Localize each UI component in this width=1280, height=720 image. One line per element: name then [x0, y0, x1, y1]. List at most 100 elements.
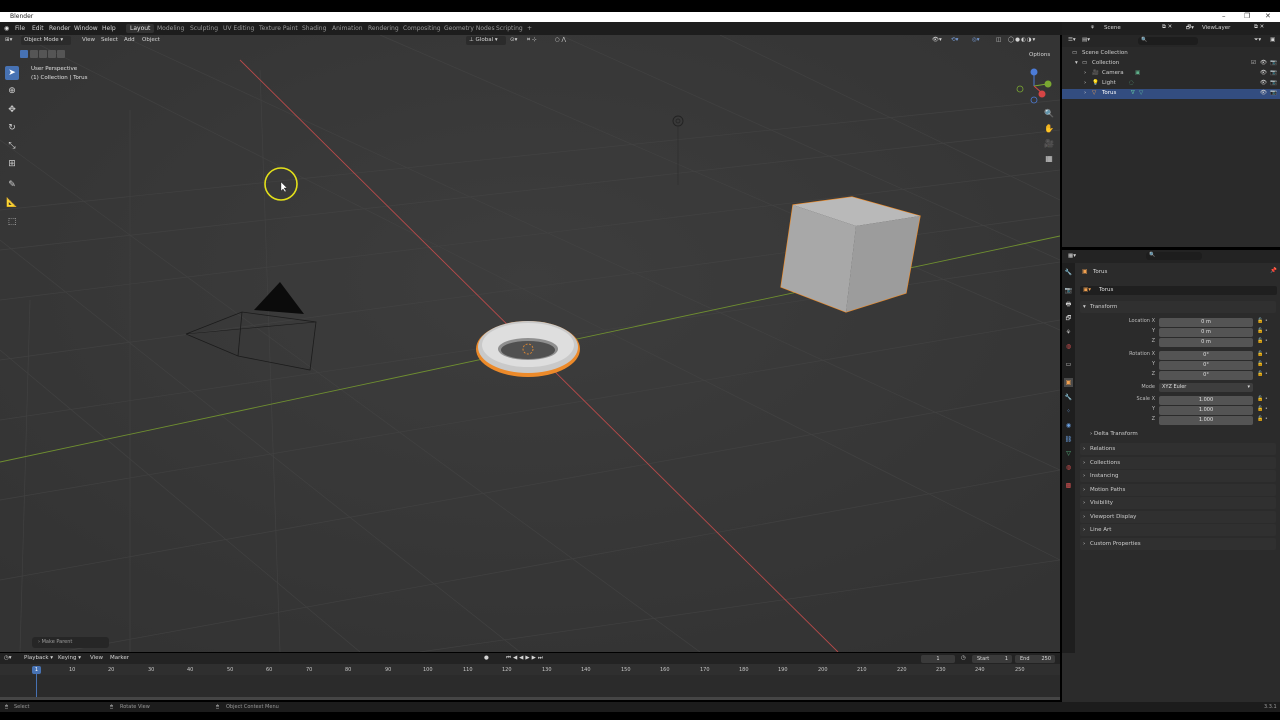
menu-edit[interactable]: Edit: [32, 25, 44, 32]
outliner-search-input[interactable]: 🔍: [1138, 37, 1198, 45]
tab-scripting[interactable]: Scripting: [496, 25, 523, 32]
scale-x-field[interactable]: 1.000: [1159, 396, 1253, 405]
measure-tool-icon[interactable]: 📐: [5, 196, 19, 210]
tab-geometry-nodes[interactable]: Geometry Nodes: [444, 25, 495, 32]
mode-dropdown[interactable]: Object Mode ▾: [21, 36, 71, 45]
menu-view[interactable]: View: [82, 37, 95, 43]
rotation-y-field[interactable]: 0°: [1159, 361, 1253, 370]
scene-selector[interactable]: Scene: [1104, 25, 1121, 31]
chevron-right-icon[interactable]: ›: [1084, 80, 1086, 86]
outliner-row-light[interactable]: › 💡 Light ◌ 👁 📷: [1062, 79, 1280, 89]
options-button[interactable]: Options: [1029, 52, 1050, 58]
proportional-edit-icon[interactable]: ○ ⋀: [555, 37, 566, 43]
snap-icon[interactable]: ⌗ ⊹: [527, 37, 536, 44]
cube-object[interactable]: [780, 196, 921, 313]
scene-tab-icon[interactable]: ⚘: [1064, 328, 1073, 337]
rotation-z-field[interactable]: 0°: [1159, 371, 1253, 380]
tab-shading[interactable]: Shading: [302, 25, 326, 32]
tab-rendering[interactable]: Rendering: [368, 25, 399, 32]
render-tab-icon[interactable]: 📷: [1064, 286, 1073, 295]
display-mode-icon[interactable]: ▤▾: [1082, 37, 1090, 43]
add-cube-tool-icon[interactable]: ⬚: [5, 215, 19, 229]
editor-type-icon[interactable]: ⊞▾: [5, 37, 12, 43]
menu-select[interactable]: Select: [101, 37, 118, 43]
annotate-tool-icon[interactable]: ✎: [5, 178, 19, 192]
maximize-button[interactable]: ❐: [1244, 12, 1250, 20]
transform-tool-icon[interactable]: ⊞: [5, 157, 19, 171]
texture-tab-icon[interactable]: ▩: [1064, 481, 1073, 490]
menu-render[interactable]: Render: [49, 25, 70, 32]
tab-texture-paint[interactable]: Texture Paint: [259, 25, 298, 32]
new-view-layer-icon[interactable]: ⧉ ✕: [1254, 24, 1264, 31]
menu-window[interactable]: Window: [74, 25, 98, 32]
overlay-toggle-icon[interactable]: ◎▾: [972, 37, 980, 43]
lock-icon[interactable]: 🔓 •: [1257, 406, 1268, 412]
eye-icon[interactable]: 👁: [1260, 60, 1267, 66]
tab-sculpting[interactable]: Sculpting: [190, 25, 218, 32]
viewport-display-panel-header[interactable]: › Viewport Display: [1080, 511, 1276, 523]
close-button[interactable]: ✕: [1265, 12, 1271, 20]
lock-icon[interactable]: 🔓 •: [1257, 338, 1268, 344]
playhead-frame-badge[interactable]: 1: [32, 666, 41, 674]
lock-icon[interactable]: 🔓 •: [1257, 416, 1268, 422]
camera-render-icon[interactable]: 📷: [1270, 60, 1277, 66]
select-subtract-icon[interactable]: [39, 50, 47, 58]
outliner-editor-icon[interactable]: ☰▾: [1068, 37, 1076, 43]
motion-paths-panel-header[interactable]: › Motion Paths: [1080, 484, 1276, 496]
lock-icon[interactable]: 🔓 •: [1257, 328, 1268, 334]
eye-icon[interactable]: 👁: [1260, 90, 1267, 96]
eye-icon[interactable]: 👁: [1260, 80, 1267, 86]
menu-object[interactable]: Object: [142, 37, 160, 43]
menu-marker[interactable]: Marker: [110, 655, 129, 661]
select-intersect-icon[interactable]: [57, 50, 65, 58]
delta-transform-subpanel[interactable]: › Delta Transform: [1090, 431, 1138, 437]
instancing-panel-header[interactable]: › Instancing: [1080, 470, 1276, 482]
select-tool-icon[interactable]: ➤: [5, 66, 19, 80]
select-box-icon[interactable]: [20, 50, 28, 58]
lock-icon[interactable]: 🔓 •: [1257, 351, 1268, 357]
record-icon[interactable]: ●: [484, 655, 489, 661]
pin-icon[interactable]: 📌: [1270, 268, 1277, 274]
output-tab-icon[interactable]: 🖶: [1064, 300, 1073, 309]
constraints-tab-icon[interactable]: ⛓: [1064, 435, 1073, 444]
checkbox-icon[interactable]: ☑: [1251, 60, 1256, 66]
object-name-field[interactable]: ▣▾ Torus: [1080, 286, 1277, 295]
end-frame-field[interactable]: End 250: [1015, 655, 1055, 663]
lock-icon[interactable]: 🔓 •: [1257, 371, 1268, 377]
select-invert-icon[interactable]: [48, 50, 56, 58]
tab-modeling[interactable]: Modeling: [157, 25, 184, 32]
location-y-field[interactable]: 0 m: [1159, 328, 1253, 337]
timeline-editor-icon[interactable]: ◷▾: [4, 655, 12, 661]
particles-tab-icon[interactable]: ⁘: [1064, 407, 1073, 416]
data-tab-icon[interactable]: ▽: [1064, 449, 1073, 458]
gizmo-toggle-icon[interactable]: ⟲▾: [951, 37, 958, 43]
chevron-down-icon[interactable]: ▾: [1075, 60, 1078, 66]
camera-render-icon[interactable]: 📷: [1270, 90, 1277, 96]
xray-toggle-icon[interactable]: ◫: [996, 37, 1001, 43]
chevron-right-icon[interactable]: ›: [1084, 70, 1086, 76]
minimize-button[interactable]: –: [1222, 12, 1226, 20]
chevron-right-icon[interactable]: ›: [1084, 90, 1086, 96]
3d-viewport[interactable]: [0, 35, 1060, 652]
line-art-panel-header[interactable]: › Line Art: [1080, 524, 1276, 536]
view-layer-tab-icon[interactable]: 🗗: [1064, 314, 1073, 323]
outliner-row-scene-collection[interactable]: ▭ Scene Collection: [1062, 49, 1280, 59]
location-z-field[interactable]: 0 m: [1159, 338, 1253, 347]
pivot-icon[interactable]: ⊙▾: [510, 37, 517, 43]
playback-controls-icon[interactable]: ⏮◀◀▶▶⏭: [506, 655, 545, 662]
tool-tab-icon[interactable]: 🔧: [1064, 268, 1073, 277]
custom-properties-panel-header[interactable]: › Custom Properties: [1080, 538, 1276, 550]
outliner-row-torus[interactable]: › ▽ Torus ∇ ▽ 👁 📷: [1062, 89, 1280, 99]
scale-z-field[interactable]: 1.000: [1159, 416, 1253, 425]
menu-add[interactable]: Add: [124, 37, 135, 43]
tab-uv-editing[interactable]: UV Editing: [223, 25, 254, 32]
collection-tab-icon[interactable]: ▭: [1064, 360, 1073, 369]
outliner-row-camera[interactable]: › 🎥 Camera ▣ 👁 📷: [1062, 69, 1280, 79]
tab-animation[interactable]: Animation: [332, 25, 363, 32]
collections-panel-header[interactable]: › Collections: [1080, 457, 1276, 469]
start-frame-field[interactable]: Start 1: [972, 655, 1012, 663]
outliner-row-collection[interactable]: ▾ ▭ Collection ☑ 👁 📷: [1062, 59, 1280, 69]
keying-menu[interactable]: Keying ▾: [58, 655, 81, 661]
ortho-grid-icon[interactable]: ▦: [1043, 153, 1055, 165]
lock-icon[interactable]: 🔓 •: [1257, 361, 1268, 367]
